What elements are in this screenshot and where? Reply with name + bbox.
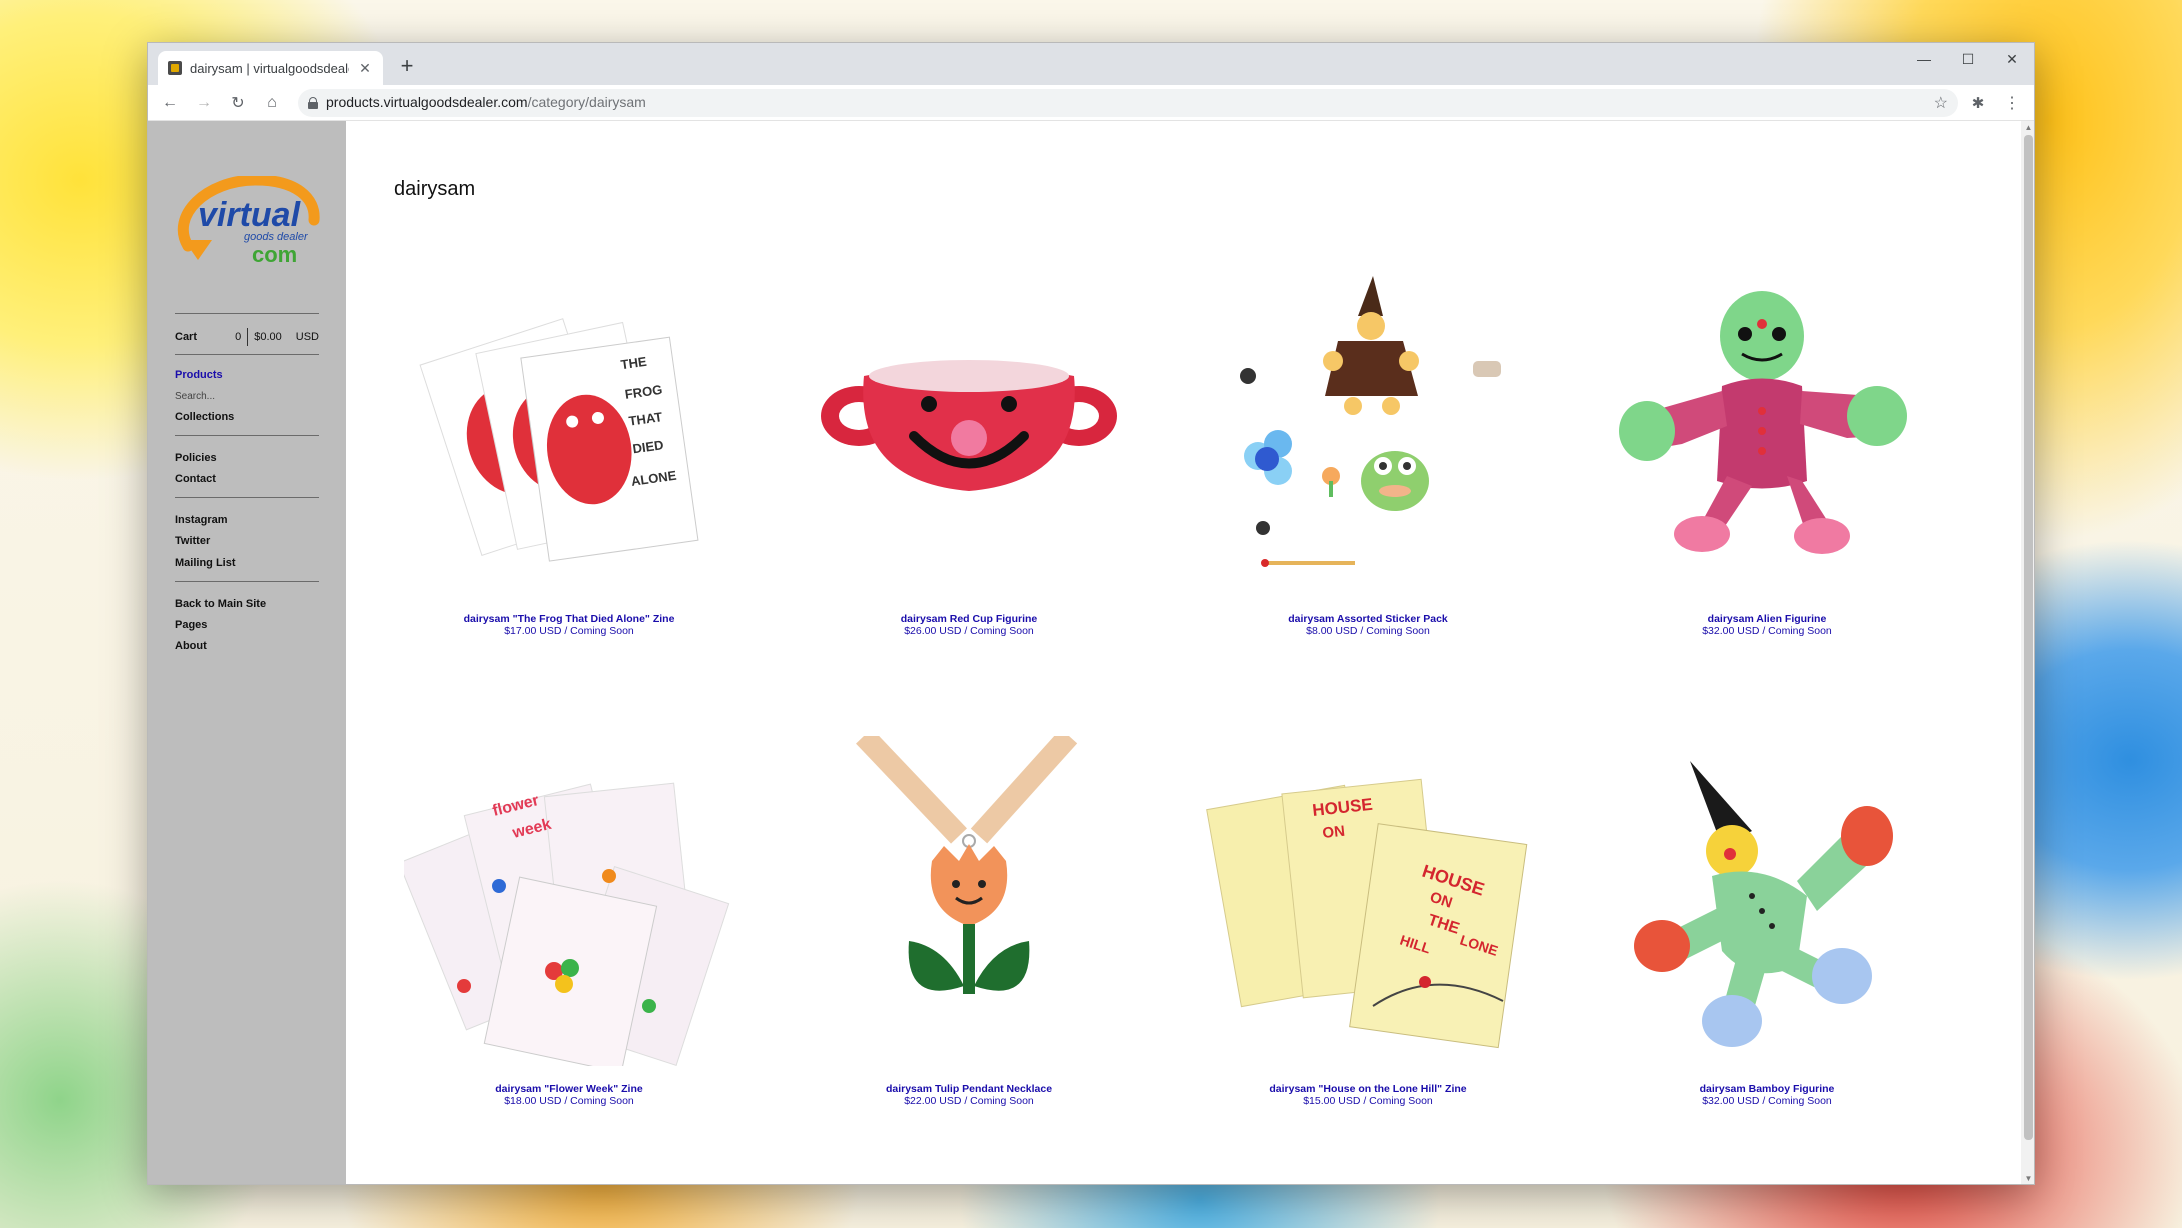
lock-icon[interactable] — [308, 96, 318, 109]
page-scrollbar[interactable]: ▲ ▼ — [2021, 121, 2034, 1184]
browser-toolbar: ← → ↻ ⌂ products.virtualgoodsdealer.com/… — [148, 85, 2034, 121]
product-price[interactable]: $32.00 USD / Coming Soon — [1562, 1095, 1972, 1107]
page-viewport: virtual goods dealer com Cart 0 $0.00 US… — [148, 121, 2034, 1184]
scroll-down-arrow-icon[interactable]: ▼ — [2021, 1172, 2034, 1184]
close-tab-icon[interactable]: ✕ — [357, 60, 373, 77]
nav-policies[interactable]: Policies — [175, 452, 217, 464]
zine-word: ON — [1322, 823, 1346, 842]
nav-contact[interactable]: Contact — [175, 473, 216, 485]
window-controls: — ☐ ✕ — [1902, 43, 2034, 75]
sidebar-divider — [175, 581, 319, 582]
browser-tab[interactable]: dairysam | virtualgoodsdealer ✕ — [158, 51, 383, 85]
sidebar: virtual goods dealer com Cart 0 $0.00 US… — [148, 121, 346, 1184]
main-content: dairysam THE FROG THAT DIED ALONE dairys… — [346, 121, 2021, 1184]
url-host: products.virtualgoodsdealer.com — [326, 93, 528, 110]
logo-text-main: virtual — [198, 196, 302, 234]
product-image-frog-zine[interactable]: THE FROG THAT DIED ALONE — [404, 266, 734, 596]
sidebar-divider — [175, 354, 319, 355]
minimize-button[interactable]: — — [1902, 43, 1946, 75]
product-price[interactable]: $15.00 USD / Coming Soon — [1163, 1095, 1573, 1107]
page-title: dairysam — [394, 178, 476, 200]
product-image-house-zine[interactable]: HOUSE ON HOUSE ON THE LONE HILL — [1203, 736, 1533, 1066]
product-name[interactable]: dairysam "The Frog That Died Alone" Zine — [364, 613, 774, 625]
nav-products[interactable]: Products — [175, 369, 223, 381]
sidebar-divider — [175, 435, 319, 436]
cart-currency: USD — [295, 331, 319, 343]
maximize-button[interactable]: ☐ — [1946, 43, 1990, 75]
cart-summary[interactable]: Cart 0 $0.00 USD — [175, 328, 319, 346]
product-image-tulip-pendant[interactable] — [804, 736, 1134, 1066]
scroll-up-arrow-icon[interactable]: ▲ — [2021, 121, 2034, 135]
virtualgoodsdealer-logo[interactable]: virtual goods dealer com — [176, 176, 320, 272]
product-price[interactable]: $22.00 USD / Coming Soon — [764, 1095, 1174, 1107]
product-image-alien-figurine[interactable] — [1602, 266, 1932, 596]
sidebar-divider — [175, 497, 319, 498]
reload-icon[interactable]: ↻ — [224, 89, 252, 117]
product-price[interactable]: $17.00 USD / Coming Soon — [364, 625, 774, 637]
bookmark-star-icon[interactable]: ☆ — [1934, 93, 1948, 113]
logo-text-com: com — [252, 242, 297, 267]
cart-total: $0.00 — [254, 331, 282, 343]
nav-collections[interactable]: Collections — [175, 411, 234, 423]
scrollbar-thumb[interactable] — [2024, 135, 2033, 1140]
product-name[interactable]: dairysam "House on the Lone Hill" Zine — [1163, 1083, 1573, 1095]
product-image-bamboy-figurine[interactable] — [1602, 736, 1932, 1066]
cart-count: 0 — [235, 331, 242, 343]
home-icon[interactable]: ⌂ — [258, 89, 286, 117]
tab-title: dairysam | virtualgoodsdealer — [190, 60, 349, 76]
new-tab-button[interactable]: + — [394, 53, 420, 79]
tab-strip: dairysam | virtualgoodsdealer ✕ + — ☐ ✕ — [148, 43, 2034, 85]
url-text[interactable]: products.virtualgoodsdealer.com/category… — [326, 94, 1926, 112]
back-arrow-icon[interactable]: ← — [156, 89, 184, 117]
browser-menu-icon[interactable]: ⋮ — [1998, 93, 2026, 113]
product-image-sticker-pack[interactable] — [1203, 266, 1533, 596]
product-price[interactable]: $26.00 USD / Coming Soon — [764, 625, 1174, 637]
product-name[interactable]: dairysam Assorted Sticker Pack — [1163, 613, 1573, 625]
cart-separator — [247, 328, 249, 346]
url-path: /category/dairysam — [527, 93, 646, 110]
sidebar-divider — [175, 313, 319, 314]
product-image-red-cup[interactable] — [804, 266, 1134, 596]
nav-mailing-list[interactable]: Mailing List — [175, 557, 236, 569]
product-price[interactable]: $32.00 USD / Coming Soon — [1562, 625, 1972, 637]
nav-back-to-main-site[interactable]: Back to Main Site — [175, 598, 266, 610]
product-name[interactable]: dairysam Red Cup Figurine — [764, 613, 1174, 625]
extensions-puzzle-icon[interactable]: ✱ — [1964, 94, 1992, 112]
product-price[interactable]: $8.00 USD / Coming Soon — [1163, 625, 1573, 637]
browser-window: dairysam | virtualgoodsdealer ✕ + — ☐ ✕ … — [147, 42, 2035, 1185]
nav-twitter[interactable]: Twitter — [175, 535, 210, 547]
nav-pages[interactable]: Pages — [175, 619, 207, 631]
favicon-icon — [168, 61, 182, 75]
product-name[interactable]: dairysam Alien Figurine — [1562, 613, 1972, 625]
search-input[interactable] — [175, 389, 295, 403]
product-name[interactable]: dairysam Bamboy Figurine — [1562, 1083, 1972, 1095]
product-name[interactable]: dairysam Tulip Pendant Necklace — [764, 1083, 1174, 1095]
nav-about[interactable]: About — [175, 640, 207, 652]
product-price[interactable]: $18.00 USD / Coming Soon — [364, 1095, 774, 1107]
forward-arrow-icon[interactable]: → — [190, 89, 218, 117]
product-image-flower-week-zine[interactable]: flower week — [404, 736, 734, 1066]
address-bar[interactable]: products.virtualgoodsdealer.com/category… — [298, 88, 1958, 117]
cart-label: Cart — [175, 331, 198, 343]
product-name[interactable]: dairysam "Flower Week" Zine — [364, 1083, 774, 1095]
close-window-button[interactable]: ✕ — [1990, 43, 2034, 75]
nav-instagram[interactable]: Instagram — [175, 514, 228, 526]
